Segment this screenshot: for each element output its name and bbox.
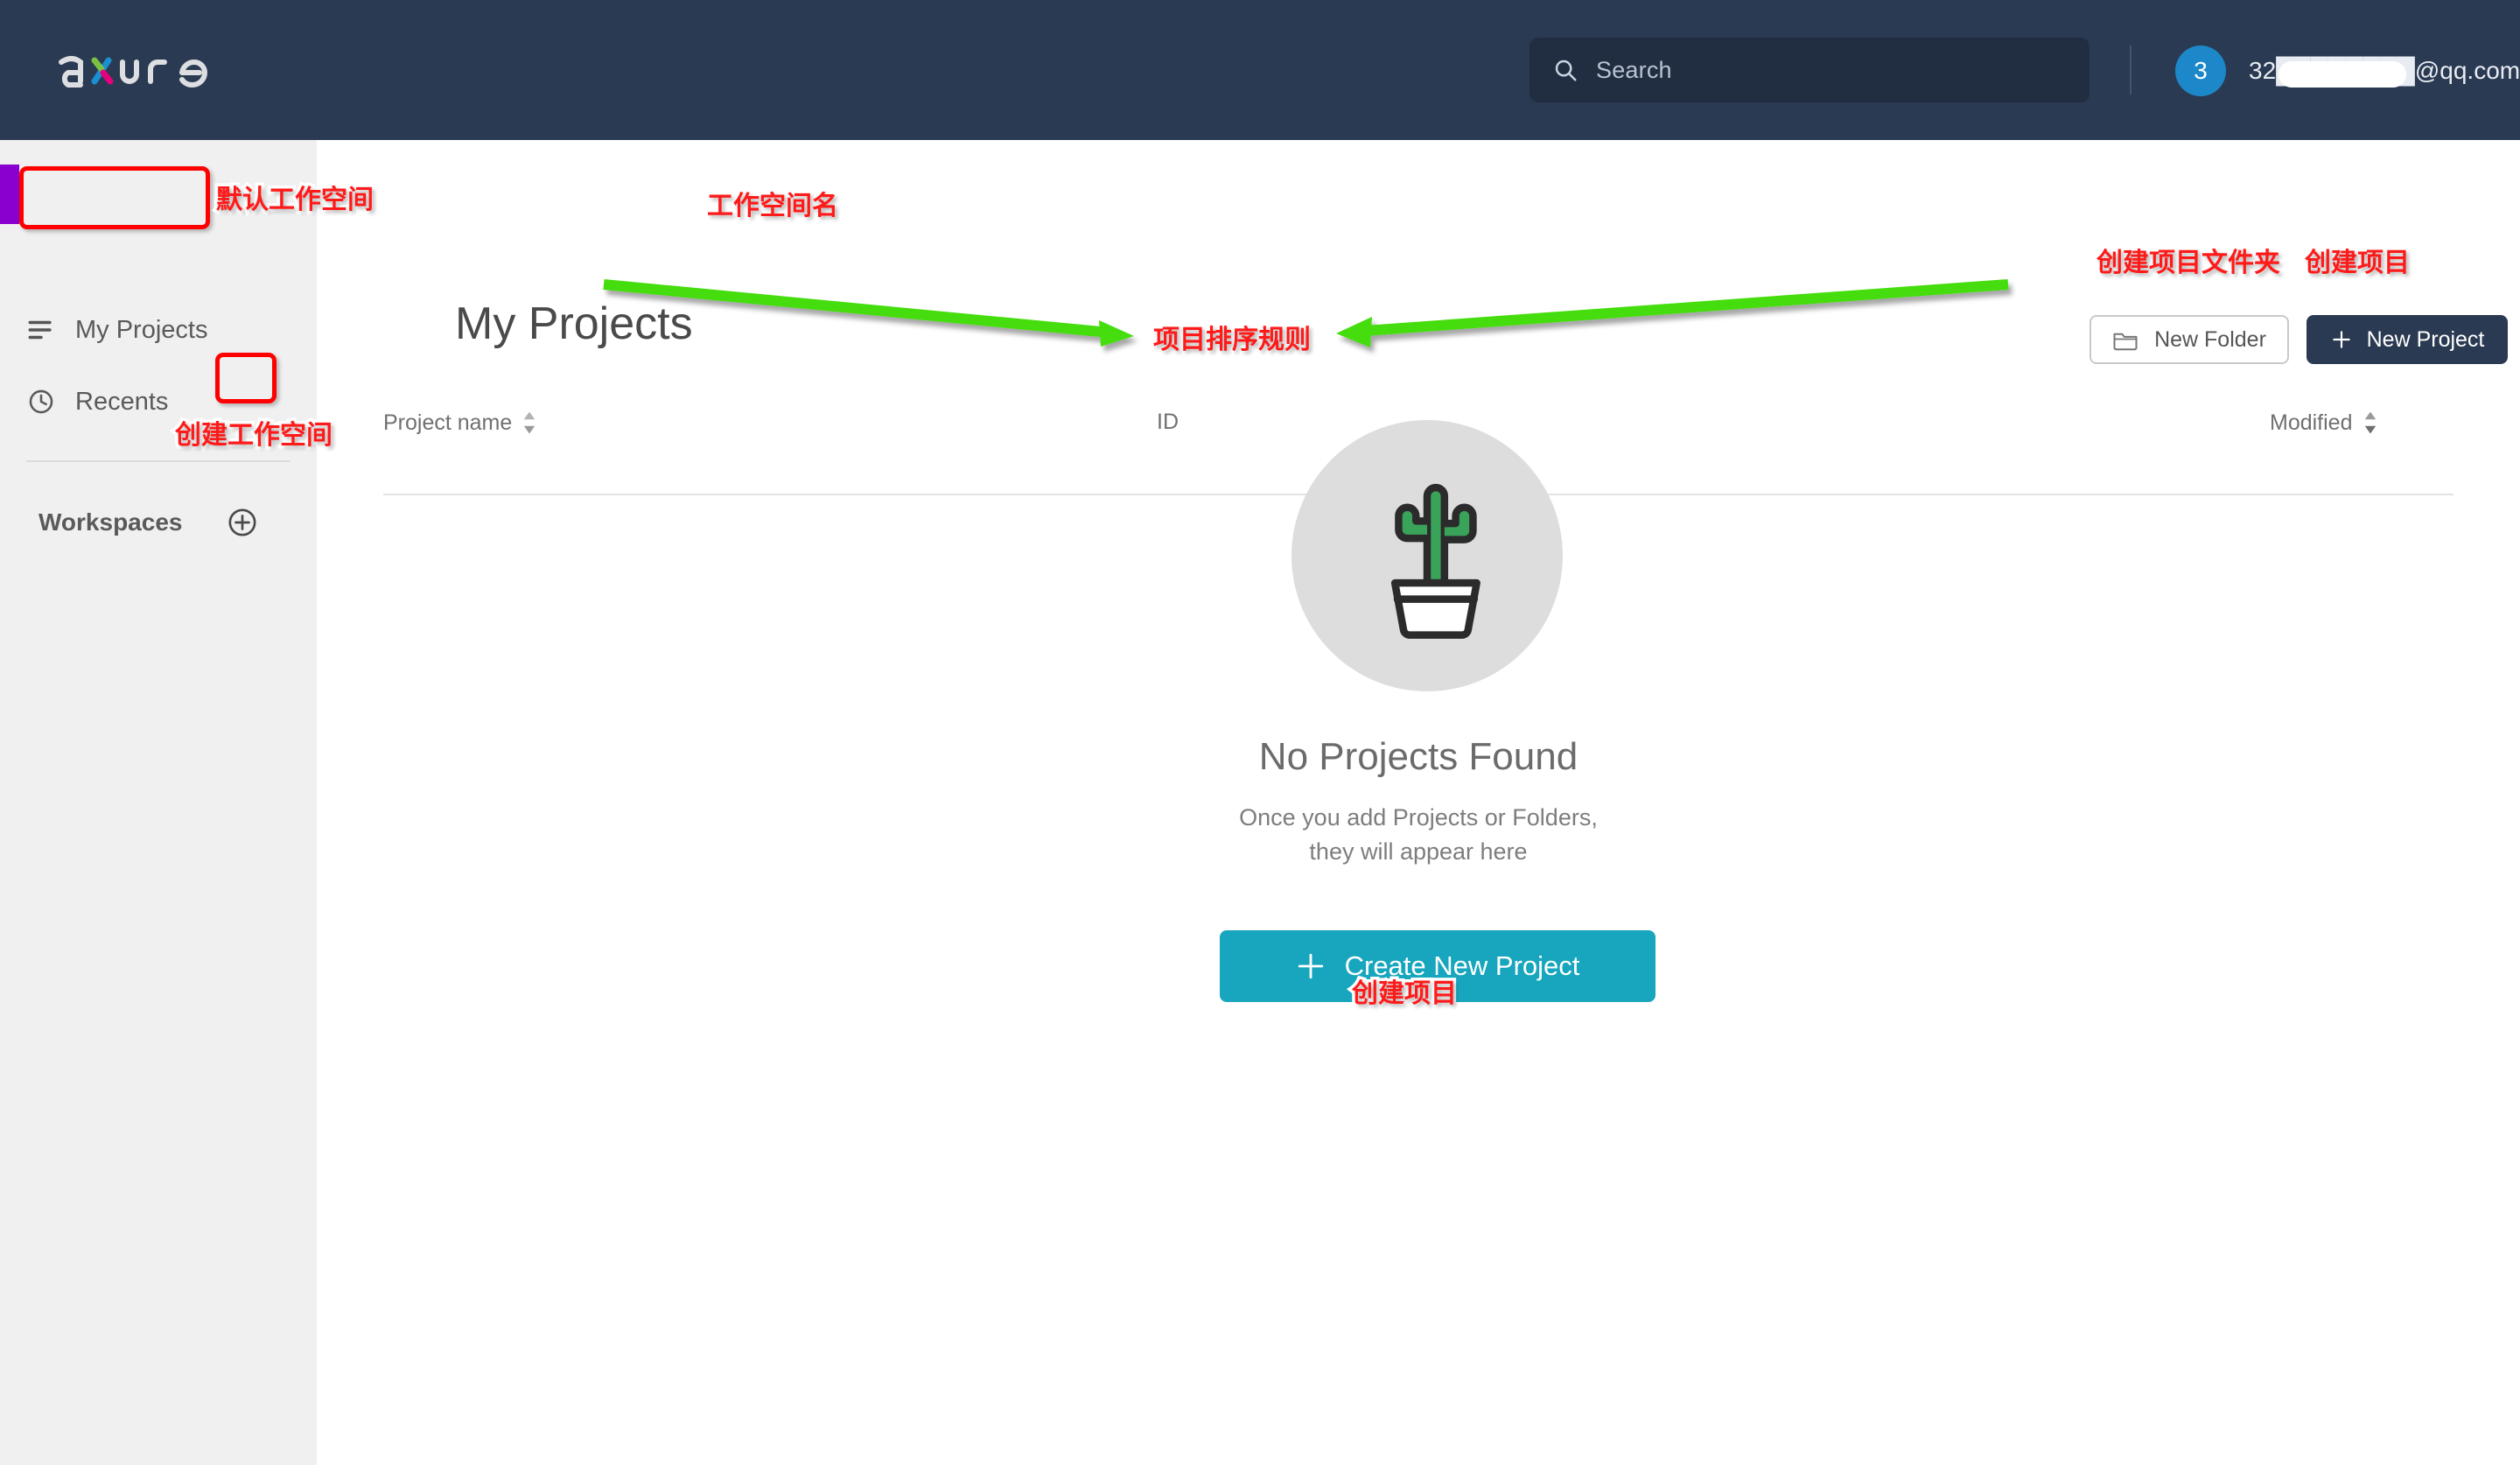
empty-state-title: No Projects Found [1258, 735, 1578, 778]
column-header-modified[interactable]: Modified [2270, 410, 2377, 436]
add-workspace-button[interactable] [222, 502, 262, 543]
sidebar-divider [26, 460, 290, 462]
account-email: 32████████@qq.com [2249, 57, 2520, 88]
column-label: Project name [383, 410, 513, 435]
search-icon [1555, 60, 1577, 81]
header-divider [2130, 46, 2132, 95]
create-new-project-button[interactable]: Create New Project [1220, 930, 1656, 1002]
sort-arrows-icon [2364, 411, 2376, 434]
search-placeholder: Search [1596, 56, 1672, 83]
sidebar: My Projects Recents Workspaces [0, 140, 317, 1465]
new-project-label: New Project [2366, 326, 2485, 352]
clock-icon [29, 389, 53, 414]
plus-icon [1298, 953, 1323, 979]
menu-lines-icon [28, 320, 52, 340]
page-title: My Projects [455, 298, 693, 349]
new-folder-button[interactable]: New Folder [2090, 315, 2289, 364]
sidebar-item-label: My Projects [75, 315, 208, 344]
projects-table-header: Project name ID Modified [383, 394, 2454, 495]
create-new-project-label: Create New Project [1344, 950, 1580, 981]
main-content: My Projects New Folder New Project Proje… [317, 140, 2520, 1465]
axure-logo-mark [59, 56, 208, 88]
top-header-bar: Search 3 32████████@qq.com [0, 0, 2520, 140]
workspaces-label: Workspaces [38, 508, 183, 536]
empty-state-subtitle-line1: Once you add Projects or Folders, [1239, 804, 1598, 831]
email-redaction-mark [2278, 61, 2406, 88]
column-label: ID [1157, 410, 1179, 434]
column-label: Modified [2270, 410, 2353, 435]
folder-icon [2113, 333, 2138, 351]
search-input[interactable]: Search [1530, 38, 2090, 102]
active-item-accent-bar [0, 165, 19, 224]
sidebar-item-recents[interactable]: Recents [26, 376, 210, 427]
sidebar-item-label: Recents [75, 387, 169, 416]
sort-arrows-icon [524, 411, 536, 434]
sidebar-item-my-projects[interactable]: My Projects [26, 305, 210, 355]
account-menu[interactable]: 3 32████████@qq.com [2175, 44, 2520, 98]
new-folder-label: New Folder [2154, 326, 2266, 352]
column-header-id: ID [1157, 410, 1179, 435]
empty-state-subtitle-line2: they will appear here [1309, 838, 1528, 866]
axure-logo[interactable] [52, 42, 228, 96]
avatar: 3 [2175, 46, 2226, 96]
column-header-project-name[interactable]: Project name [383, 410, 536, 436]
plus-circle-icon [228, 508, 256, 536]
plus-icon [2332, 331, 2350, 348]
empty-state-subtitle: Once you add Projects or Folders, they w… [317, 801, 2520, 869]
new-project-button[interactable]: New Project [2306, 315, 2508, 364]
